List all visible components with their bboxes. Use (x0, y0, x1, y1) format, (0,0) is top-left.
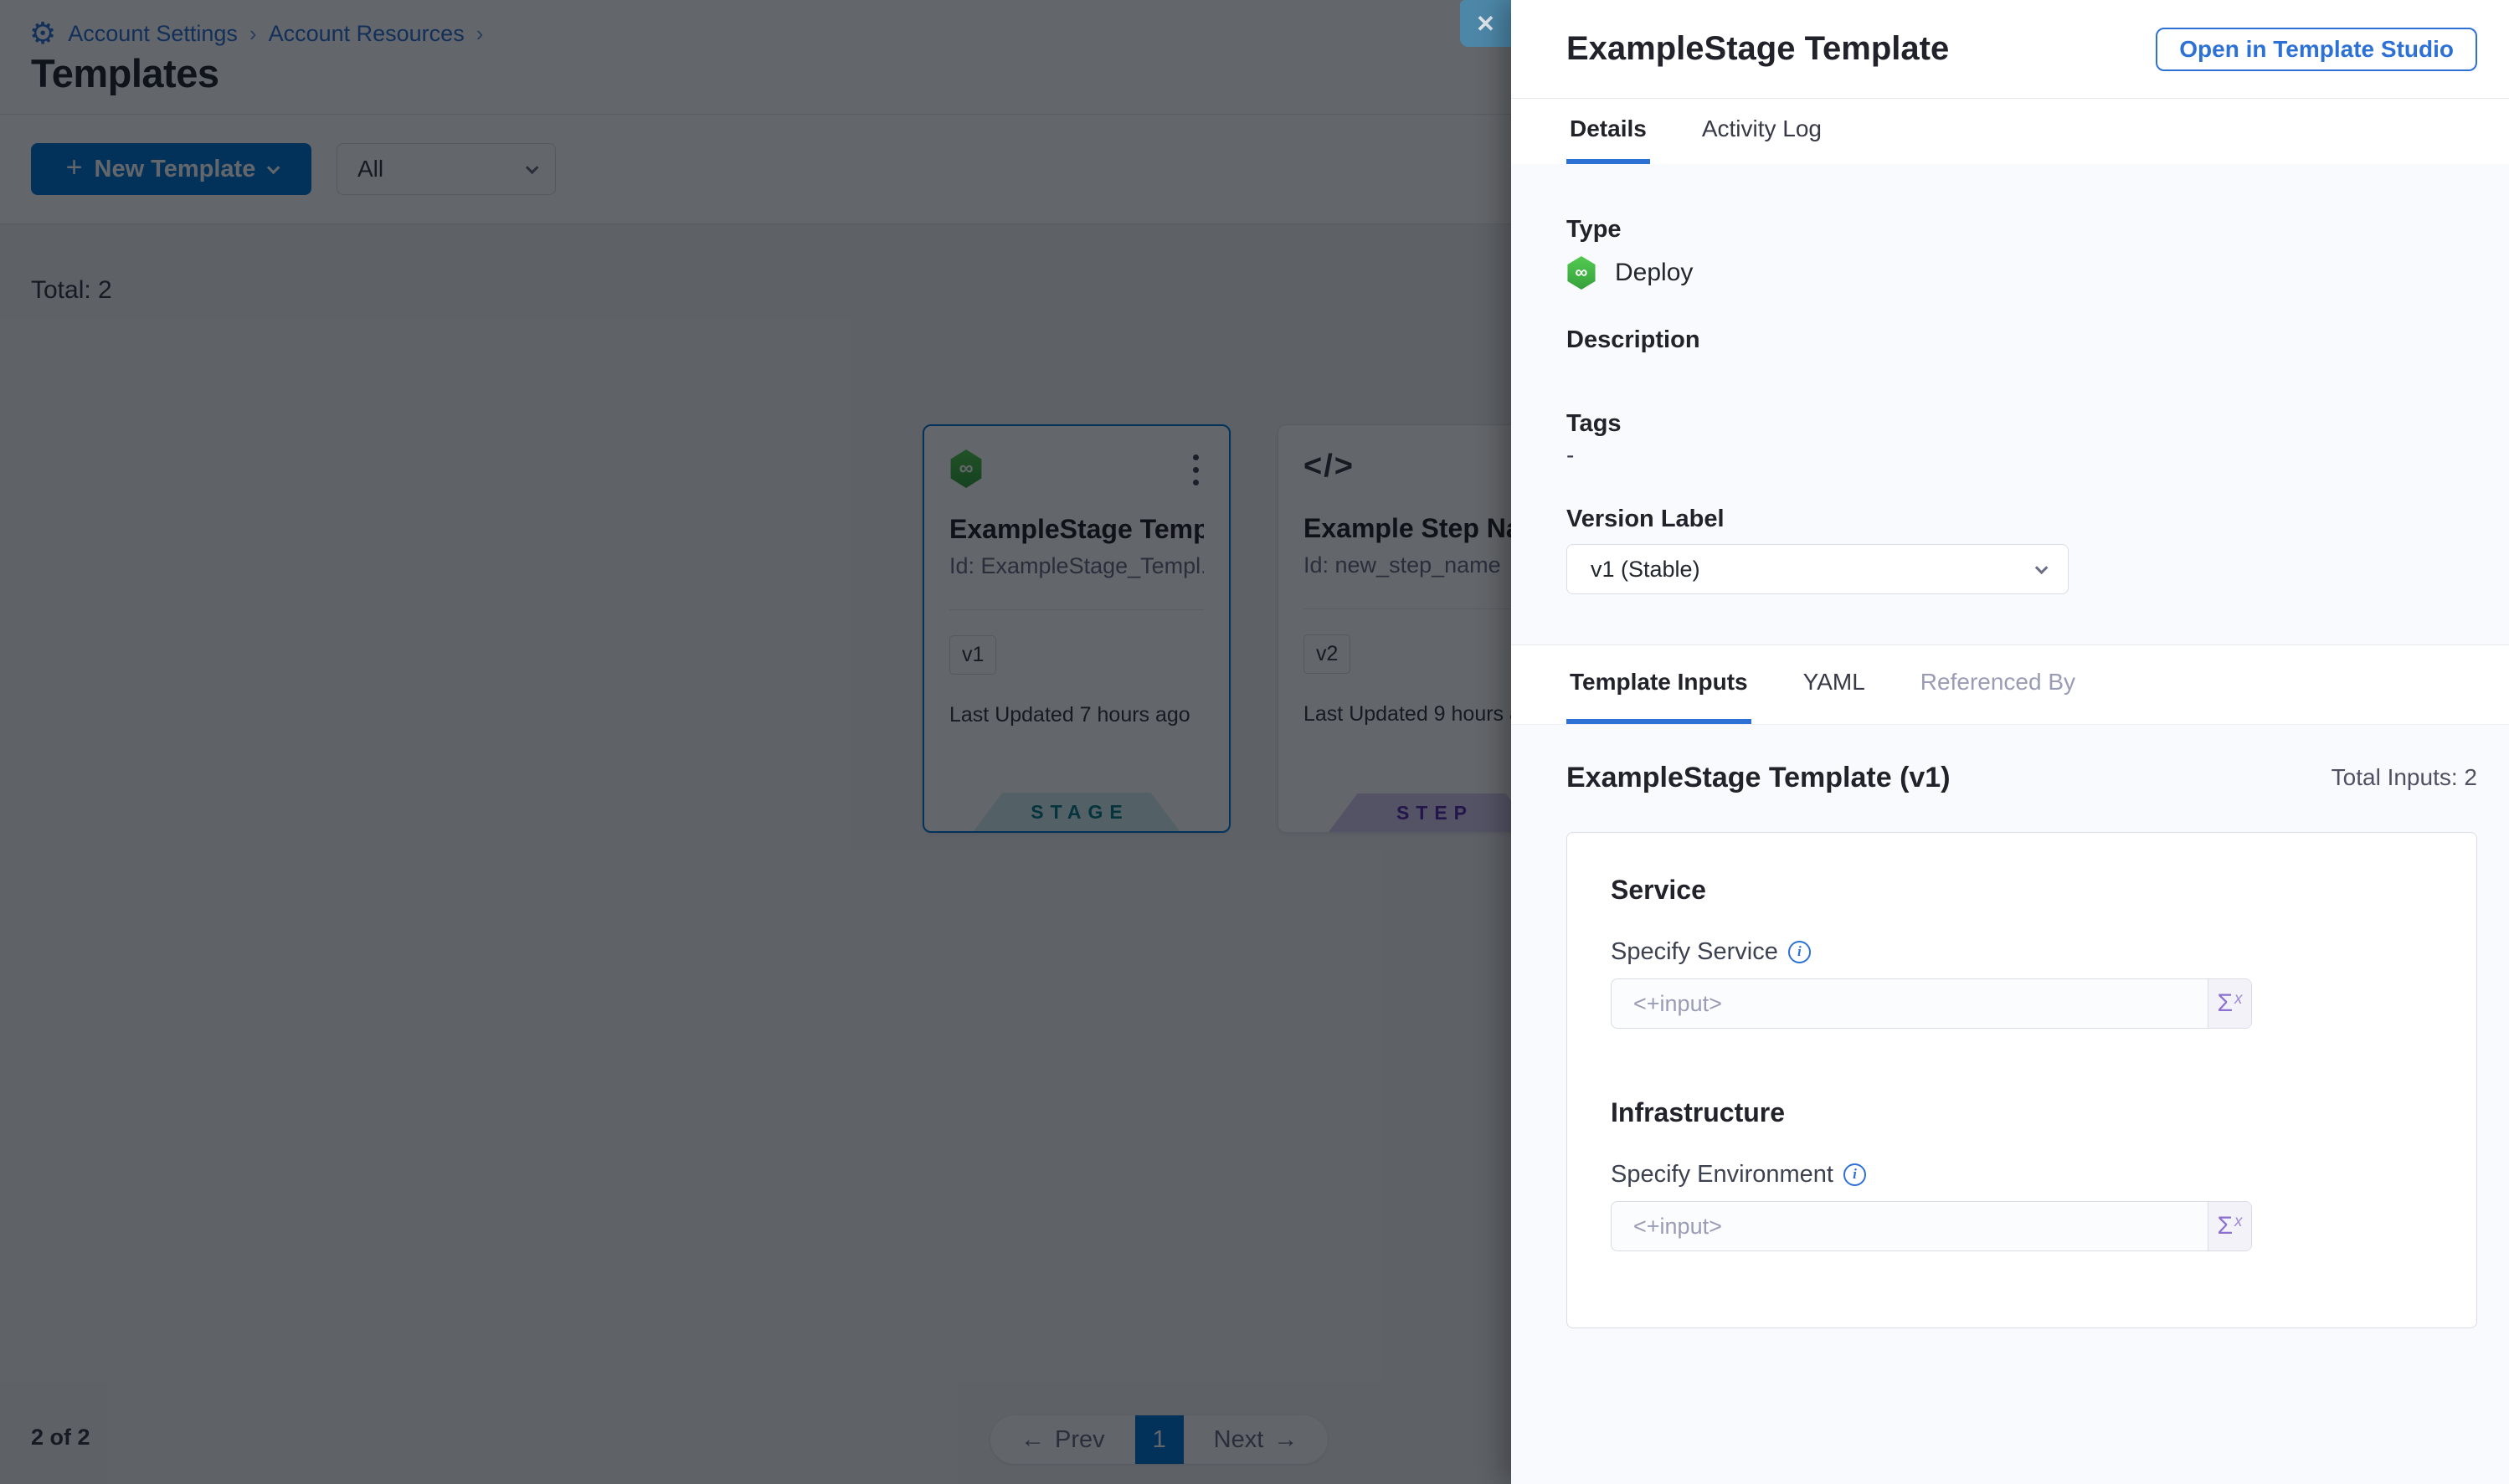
version-select-value: v1 (Stable) (1591, 557, 1700, 583)
service-input-row: Σx (1611, 978, 2252, 1029)
specify-service-label: Specify Service i (1611, 937, 2433, 967)
expression-sigma-button[interactable]: Σx (2208, 1202, 2251, 1250)
sigma-glyph: Σ (2217, 1212, 2233, 1240)
open-template-studio-button[interactable]: Open in Template Studio (2156, 28, 2477, 71)
template-inputs-panel: ExampleStage Template (v1) Total Inputs:… (1511, 725, 2509, 1484)
info-icon[interactable]: i (1843, 1163, 1866, 1186)
info-icon[interactable]: i (1788, 941, 1811, 963)
section-title-infrastructure: Infrastructure (1611, 1097, 2433, 1129)
tab-yaml[interactable]: YAML (1800, 645, 1869, 724)
inputs-heading: ExampleStage Template (v1) (1566, 762, 1951, 794)
tab-referenced-by[interactable]: Referenced By (1917, 645, 2079, 724)
environment-input[interactable] (1612, 1202, 2208, 1250)
tab-activity-log[interactable]: Activity Log (1699, 99, 1825, 164)
cd-hexagon-icon: ∞ (1566, 256, 1596, 290)
type-value: Deploy (1615, 259, 1693, 287)
infinity-glyph: ∞ (1576, 263, 1588, 283)
type-label: Type (1566, 216, 2477, 243)
close-icon: ✕ (1476, 10, 1495, 38)
template-details-drawer: ExampleStage Template Open in Template S… (1511, 0, 2509, 1484)
specify-environment-label: Specify Environment i (1611, 1159, 2433, 1189)
tags-label: Tags (1566, 410, 2477, 437)
tab-details[interactable]: Details (1566, 99, 1650, 164)
environment-input-row: Σx (1611, 1201, 2252, 1251)
description-label: Description (1566, 326, 2477, 353)
type-value-row: ∞ Deploy (1566, 256, 2477, 290)
service-input[interactable] (1612, 979, 2208, 1028)
section-title-service: Service (1611, 875, 2433, 906)
details-panel: Type ∞ Deploy Description Tags - Version… (1511, 164, 2509, 644)
app-root: ⚙ Account Settings › Account Resources ›… (0, 0, 2509, 1484)
close-drawer-button[interactable]: ✕ (1460, 0, 1511, 47)
drawer-header: ExampleStage Template Open in Template S… (1511, 0, 2509, 99)
expression-sigma-button[interactable]: Σx (2208, 979, 2251, 1028)
drawer-title: ExampleStage Template (1566, 30, 2156, 68)
inputs-tab-bar: Template Inputs YAML Referenced By (1511, 644, 2509, 725)
specify-environment-text: Specify Environment (1611, 1161, 1833, 1189)
specify-service-text: Specify Service (1611, 938, 1778, 966)
inputs-card: Service Specify Service i Σx Infrastruct… (1566, 832, 2477, 1328)
version-label-label: Version Label (1566, 506, 2477, 534)
drawer-tab-bar: Details Activity Log (1511, 99, 2509, 164)
total-inputs-count: Total Inputs: 2 (2332, 764, 2477, 791)
sigma-glyph: Σ (2217, 989, 2233, 1018)
chevron-down-icon (2035, 561, 2049, 574)
inputs-heading-row: ExampleStage Template (v1) Total Inputs:… (1566, 760, 2477, 795)
version-select[interactable]: v1 (Stable) (1566, 544, 2069, 594)
tab-template-inputs[interactable]: Template Inputs (1566, 645, 1751, 724)
tags-value: - (1566, 442, 2477, 469)
